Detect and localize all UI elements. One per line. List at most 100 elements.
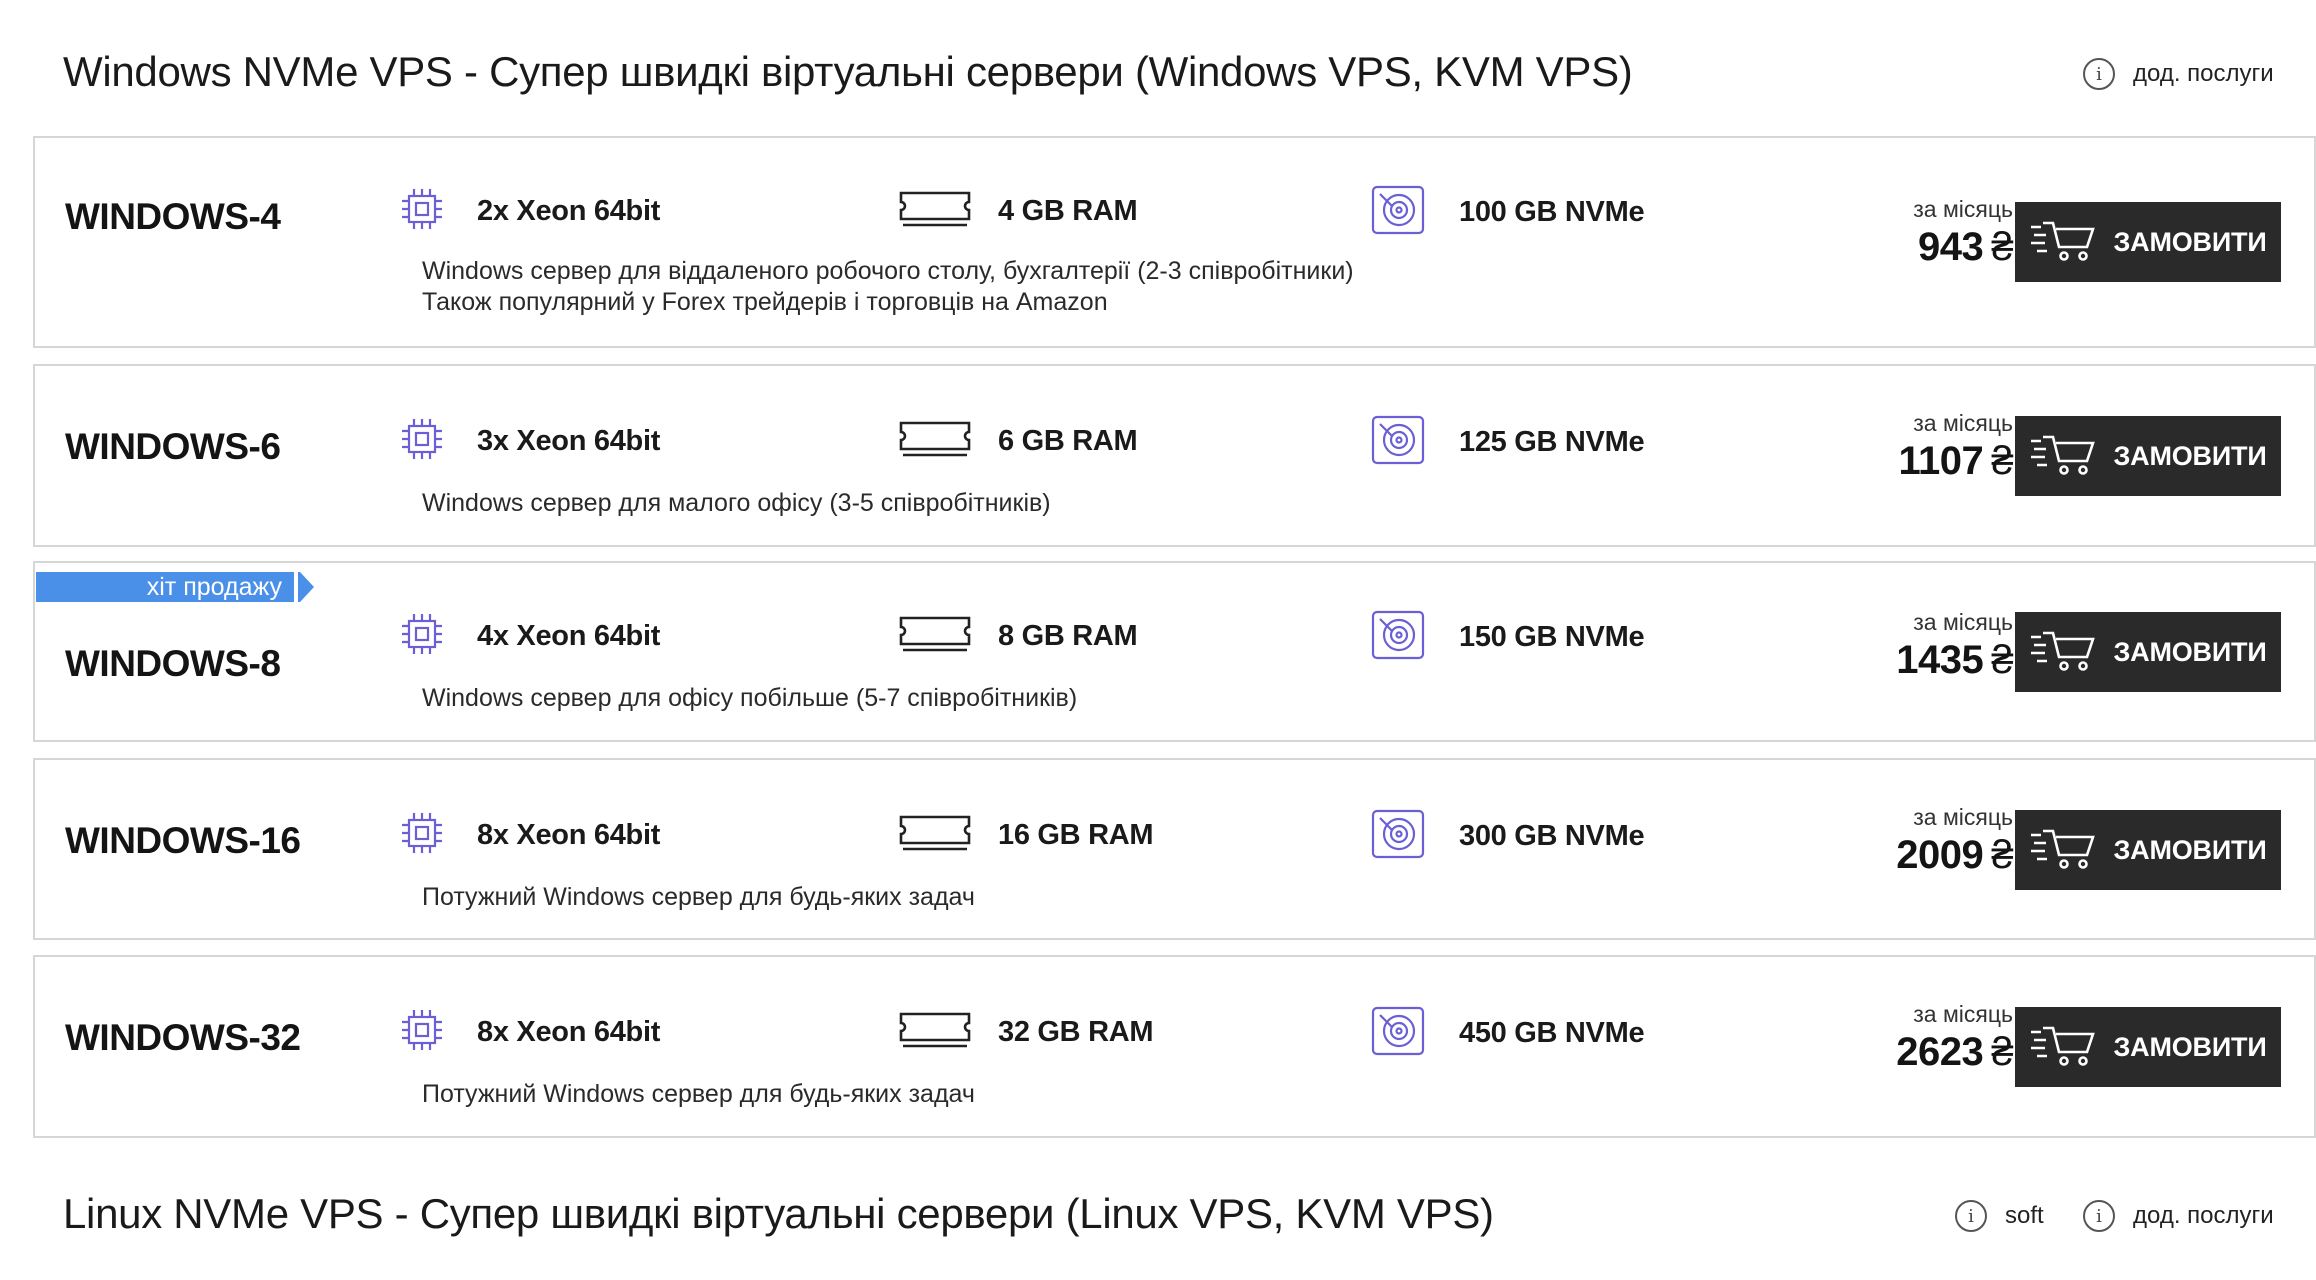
cpu-chip-icon [397, 609, 447, 664]
plan-description-line: Також популярний у Forex трейдерів і тор… [422, 288, 1108, 316]
soft-label: soft [2005, 1202, 2044, 1229]
soft-link[interactable]: i soft [1955, 1200, 2044, 1232]
order-button[interactable]: ЗАМОВИТИ [2015, 416, 2281, 496]
price-value: 943 ₴ [1913, 225, 2013, 270]
disk-spec-label: 300 GB NVMe [1459, 820, 1645, 852]
per-month-label: за місяць [1913, 196, 2013, 222]
price-value: 2623 ₴ [1896, 1030, 2013, 1075]
price-amount: 943 [1918, 225, 1984, 269]
disk-spec-label: 125 GB NVMe [1459, 426, 1645, 458]
shopping-cart-icon [2029, 431, 2099, 482]
section-title: Windows NVMe VPS - Супер швидкі віртуаль… [63, 48, 1633, 95]
ram-module-icon [897, 614, 973, 659]
disk-spec: 300 GB NVMe [1370, 808, 1645, 865]
cpu-spec-label: 8x Xeon 64bit [477, 819, 661, 851]
extra-services-link[interactable]: i дод. послуги [2083, 58, 2274, 90]
ram-spec-label: 4 GB RAM [998, 195, 1138, 227]
price-block: за місяць 2623 ₴ [1896, 1001, 2013, 1075]
disk-drive-icon [1370, 1005, 1426, 1062]
linux-section-header: Linux NVMe VPS - Супер швидкі віртуальні… [0, 1190, 2316, 1280]
price-block: за місяць 2009 ₴ [1896, 804, 2013, 878]
plan-name: WINDOWS-4 [65, 196, 281, 237]
disk-spec: 150 GB NVMe [1370, 609, 1645, 666]
ram-spec-label: 6 GB RAM [998, 425, 1138, 457]
order-button-label: ЗАМОВИТИ [2113, 440, 2267, 471]
bestseller-badge-label: хіт продажу [146, 573, 282, 601]
order-button[interactable]: ЗАМОВИТИ [2015, 612, 2281, 692]
shopping-cart-icon [2029, 825, 2099, 876]
plan-description: Потужний Windows сервер для будь-яких за… [422, 1079, 975, 1110]
cpu-spec: 4x Xeon 64bit [397, 609, 660, 664]
ram-spec: 32 GB RAM [897, 1010, 1154, 1055]
disk-spec-label: 100 GB NVMe [1459, 196, 1645, 228]
price-block: за місяць 1435 ₴ [1896, 609, 2013, 683]
disk-spec: 100 GB NVMe [1370, 184, 1645, 241]
badge-arrow [300, 572, 314, 602]
info-icon: i [2083, 1200, 2115, 1232]
disk-drive-icon [1370, 609, 1426, 666]
order-button-label: ЗАМОВИТИ [2113, 226, 2267, 257]
ram-spec: 16 GB RAM [897, 813, 1154, 858]
plan-description-line: Windows сервер для офісу побільше (5-7 с… [422, 684, 1078, 712]
info-icon: i [2083, 58, 2115, 90]
ram-spec: 4 GB RAM [897, 189, 1138, 234]
per-month-label: за місяць [1913, 609, 2013, 635]
ram-spec: 6 GB RAM [897, 419, 1138, 464]
plan-description-line: Windows сервер для малого офісу (3-5 спі… [422, 489, 1051, 517]
plan-card: WINDOWS-16 8x Xeon 64bit 16 GB RAM 300 GB N… [33, 758, 2316, 940]
cpu-spec: 8x Xeon 64bit [397, 808, 660, 863]
per-month-label: за місяць [1913, 1001, 2013, 1027]
disk-drive-icon [1370, 184, 1426, 241]
cpu-spec: 3x Xeon 64bit [397, 414, 660, 469]
extra-services-label: дод. послуги [2133, 60, 2274, 87]
cpu-chip-icon [397, 808, 447, 863]
currency-symbol: ₴ [1991, 439, 2013, 483]
plan-description-line: Windows сервер для віддаленого робочого … [422, 257, 1354, 285]
order-button-label: ЗАМОВИТИ [2113, 834, 2267, 865]
ram-module-icon [897, 419, 973, 464]
shopping-cart-icon [2029, 217, 2099, 268]
plan-name: WINDOWS-32 [65, 1017, 301, 1058]
disk-drive-icon [1370, 414, 1426, 471]
cpu-spec-label: 8x Xeon 64bit [477, 1016, 661, 1048]
windows-section-header: Windows NVMe VPS - Супер швидкі віртуаль… [0, 48, 2316, 138]
plan-name: WINDOWS-6 [65, 426, 281, 467]
plan-card: WINDOWS-4 2x Xeon 64bit 4 GB RAM 100 GB NVM… [33, 136, 2316, 348]
shopping-cart-icon [2029, 1022, 2099, 1073]
cpu-spec-label: 3x Xeon 64bit [477, 425, 661, 457]
section-title: Linux NVMe VPS - Супер швидкі віртуальні… [63, 1190, 1494, 1237]
order-button-label: ЗАМОВИТИ [2113, 636, 2267, 667]
price-block: за місяць 943 ₴ [1913, 196, 2013, 270]
price-amount: 2009 [1896, 833, 1984, 877]
cpu-spec-label: 2x Xeon 64bit [477, 195, 661, 227]
bestseller-badge: хіт продажу [36, 572, 300, 602]
disk-spec-label: 450 GB NVMe [1459, 1017, 1645, 1049]
disk-spec: 125 GB NVMe [1370, 414, 1645, 471]
price-value: 1435 ₴ [1896, 638, 2013, 683]
badge-divider [294, 572, 298, 602]
currency-symbol: ₴ [1991, 638, 2013, 682]
ram-spec-label: 8 GB RAM [998, 620, 1138, 652]
disk-spec-label: 150 GB NVMe [1459, 621, 1645, 653]
price-block: за місяць 1107 ₴ [1898, 410, 2013, 484]
order-button[interactable]: ЗАМОВИТИ [2015, 202, 2281, 282]
ram-module-icon [897, 189, 973, 234]
plan-name: WINDOWS-16 [65, 820, 301, 861]
ram-spec-label: 16 GB RAM [998, 819, 1154, 851]
ram-module-icon [897, 1010, 973, 1055]
plan-card: WINDOWS-8 4x Xeon 64bit 8 GB RAM 150 GB NVM… [33, 561, 2316, 742]
price-amount: 2623 [1896, 1030, 1984, 1074]
plan-description: Windows сервер для малого офісу (3-5 спі… [422, 488, 1051, 519]
order-button[interactable]: ЗАМОВИТИ [2015, 810, 2281, 890]
plan-description: Windows сервер для офісу побільше (5-7 с… [422, 683, 1077, 714]
plan-description: Потужний Windows сервер для будь-яких за… [422, 882, 975, 913]
extra-services-link[interactable]: i дод. послуги [2083, 1200, 2274, 1232]
price-amount: 1107 [1898, 439, 1984, 483]
plan-description-line: Потужний Windows сервер для будь-яких за… [422, 1080, 975, 1108]
order-button[interactable]: ЗАМОВИТИ [2015, 1007, 2281, 1087]
cpu-spec: 2x Xeon 64bit [397, 184, 660, 239]
ram-spec: 8 GB RAM [897, 614, 1138, 659]
plan-description: Windows сервер для віддаленого робочого … [422, 256, 1354, 318]
cpu-spec: 8x Xeon 64bit [397, 1005, 660, 1060]
ram-spec-label: 32 GB RAM [998, 1016, 1154, 1048]
